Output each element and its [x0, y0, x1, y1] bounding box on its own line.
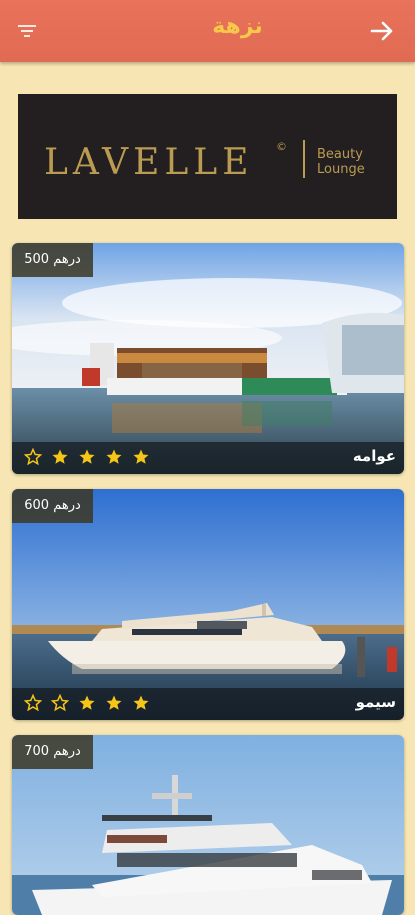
- app-bar: نزهة: [0, 0, 415, 62]
- star-outline-icon: [24, 694, 42, 712]
- listing-name: عوامه: [352, 447, 396, 465]
- star-filled-icon: [79, 449, 95, 464]
- banner-mark: ©: [276, 140, 287, 153]
- banner-tagline-2: Lounge: [317, 162, 365, 177]
- banner-ad[interactable]: LAVELLE © Beauty Lounge: [18, 94, 397, 219]
- star-filled-icon: [133, 449, 149, 464]
- listing-photo: [12, 243, 404, 474]
- arrow-right-icon[interactable]: [369, 18, 395, 44]
- price-badge: 700 درهم: [12, 735, 93, 769]
- listing-name: سيمو: [355, 693, 396, 711]
- star-outline-icon: [24, 448, 42, 466]
- star-filled-icon: [79, 695, 95, 710]
- star-filled-icon: [133, 695, 149, 710]
- page-title: نزهة: [212, 14, 263, 39]
- listing-photo: [12, 489, 404, 720]
- star-filled-icon: [52, 449, 68, 464]
- price-badge: 500 درهم: [12, 243, 93, 277]
- card-footer: عوامه: [12, 442, 404, 474]
- rating-stars: [24, 448, 150, 468]
- banner-brand: LAVELLE: [44, 142, 253, 183]
- banner-tagline-1: Beauty: [317, 147, 363, 162]
- star-filled-icon: [106, 695, 122, 710]
- listing-card[interactable]: 700 درهم: [12, 735, 404, 915]
- listing-card[interactable]: 500 درهم عوامه: [12, 243, 404, 474]
- price-badge: 600 درهم: [12, 489, 93, 523]
- star-filled-icon: [106, 449, 122, 464]
- rating-stars: [24, 694, 150, 714]
- listing-card[interactable]: 600 درهم سيمو: [12, 489, 404, 720]
- card-footer: سيمو: [12, 688, 404, 720]
- star-outline-icon: [51, 694, 69, 712]
